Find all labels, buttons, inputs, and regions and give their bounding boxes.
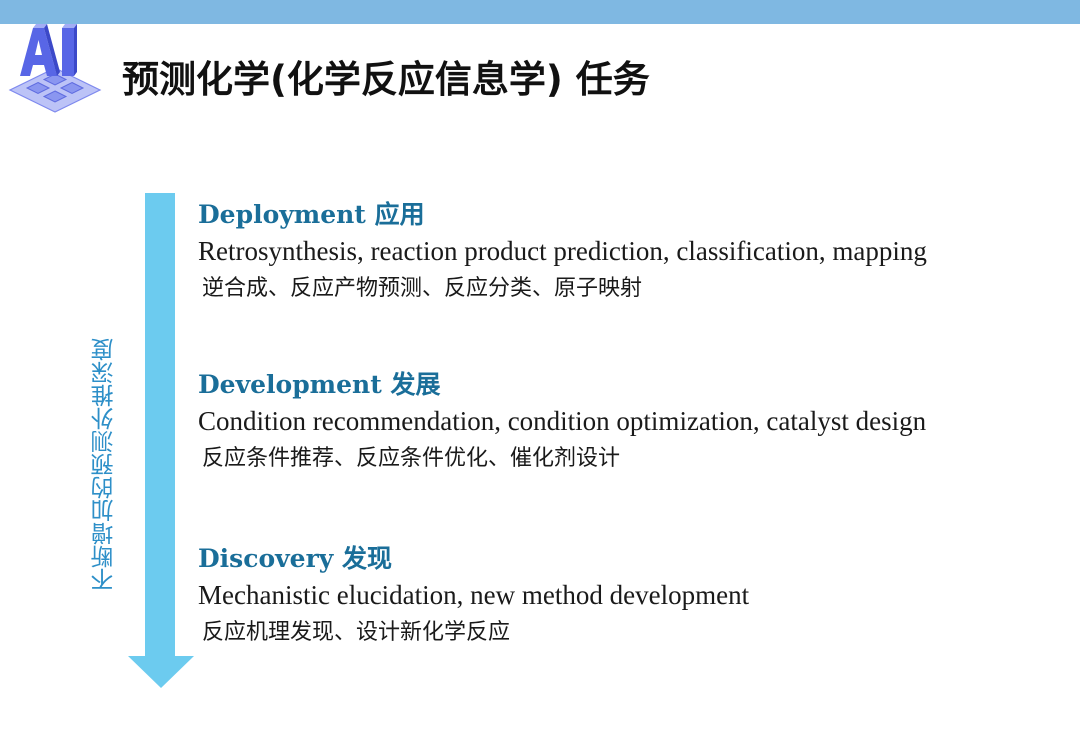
section-title: Discovery 发现 <box>198 542 1058 576</box>
ai-logo-icon <box>8 24 102 113</box>
section-title: Deployment 应用 <box>198 198 1058 232</box>
section-title-zh: 发展 <box>390 370 441 399</box>
top-bar <box>0 0 1080 24</box>
section-desc-zh: 逆合成、反应产物预测、反应分类、原子映射 <box>202 276 643 301</box>
down-arrow-icon <box>128 193 194 688</box>
section-deployment: Deployment 应用 Retrosynthesis, reaction p… <box>198 198 1058 308</box>
section-desc-zh: 反应机理发现、设计新化学反应 <box>202 620 511 645</box>
section-development: Development 发展 Condition recommendation,… <box>198 368 1058 478</box>
section-title-en: Deployment <box>198 200 366 229</box>
section-desc-en: Mechanistic elucidation, new method deve… <box>198 580 750 610</box>
section-title: Development 发展 <box>198 368 1058 402</box>
section-desc-zh: 反应条件推荐、反应条件优化、催化剂设计 <box>202 446 621 471</box>
arrow-head <box>128 656 194 688</box>
arrow-shaft <box>145 193 175 658</box>
side-label: 不断增加的预测外推深度 <box>92 338 118 592</box>
section-title-en: Discovery <box>198 544 334 573</box>
section-title-en: Development <box>198 370 382 399</box>
section-discovery: Discovery 发现 Mechanistic elucidation, ne… <box>198 542 1058 652</box>
slide-title: 预测化学(化学反应信息学) 任务 <box>122 58 650 101</box>
section-desc-en: Condition recommendation, condition opti… <box>198 406 927 436</box>
section-desc-en: Retrosynthesis, reaction product predict… <box>198 236 927 266</box>
section-title-zh: 发现 <box>342 544 393 573</box>
section-title-zh: 应用 <box>374 200 425 229</box>
